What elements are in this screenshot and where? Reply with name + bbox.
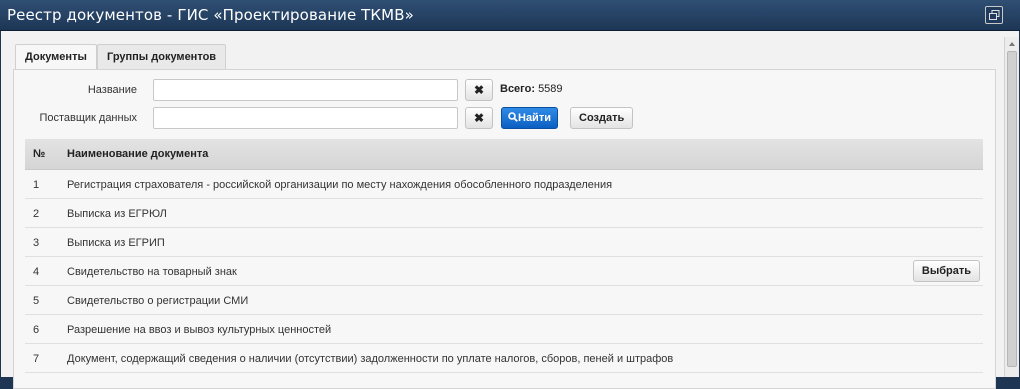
tab-documents[interactable]: Документы xyxy=(15,44,97,71)
row-number: 4 xyxy=(33,266,40,278)
select-button[interactable]: Выбрать xyxy=(912,260,980,282)
row-number: 7 xyxy=(33,353,40,365)
column-number: № xyxy=(33,148,46,160)
restore-window-button[interactable] xyxy=(985,6,1003,24)
table-row[interactable]: 6 Разрешение на ввоз и вывоз культурных … xyxy=(25,315,983,344)
clear-name-button[interactable]: ✖ xyxy=(465,79,493,101)
table-header: № Наименование документа xyxy=(25,139,983,170)
total-value: 5589 xyxy=(538,83,563,95)
table-row[interactable]: 4 Свидетельство на товарный знак Выбрать xyxy=(25,257,983,286)
row-number: 6 xyxy=(33,324,40,336)
window-title: Реестр документов - ГИС «Проектирование … xyxy=(7,6,414,24)
column-document-name: Наименование документа xyxy=(67,148,209,160)
row-document-name: Выписка из ЕГРИП xyxy=(67,237,165,249)
row-document-name: Свидетельство на товарный знак xyxy=(67,266,237,278)
window-titlebar: Реестр документов - ГИС «Проектирование … xyxy=(0,0,1020,31)
create-button[interactable]: Создать xyxy=(570,107,634,129)
documents-table: № Наименование документа 1 Регистрация с… xyxy=(25,139,983,373)
table-row[interactable]: 7 Документ, содержащий сведения о наличи… xyxy=(25,344,983,373)
provider-input[interactable] xyxy=(153,107,458,129)
scrollbar-thumb[interactable] xyxy=(1007,51,1017,367)
row-number: 1 xyxy=(33,179,40,191)
row-document-name: Выписка из ЕГРЮЛ xyxy=(67,208,167,220)
total-count: Всего: 5589 xyxy=(500,83,563,95)
search-icon xyxy=(508,112,518,122)
row-document-name: Разрешение на ввоз и вывоз культурных це… xyxy=(67,324,332,336)
name-input[interactable] xyxy=(153,79,458,101)
row-document-name: Свидетельство о регистрации СМИ xyxy=(67,295,249,307)
table-row[interactable]: 5 Свидетельство о регистрации СМИ xyxy=(25,286,983,315)
clear-provider-button[interactable]: ✖ xyxy=(465,107,493,129)
name-label: Название xyxy=(87,84,137,96)
row-number: 3 xyxy=(33,237,40,249)
row-number: 2 xyxy=(33,208,40,220)
table-row[interactable]: 3 Выписка из ЕГРИП xyxy=(25,228,983,257)
table-row[interactable]: 2 Выписка из ЕГРЮЛ xyxy=(25,199,983,228)
find-label: Найти xyxy=(518,112,551,124)
total-label: Всего: xyxy=(500,83,535,95)
vertical-scrollbar[interactable] xyxy=(1004,37,1019,377)
chevron-up-icon xyxy=(1009,42,1015,46)
window-body: Документы Группы документов Название ✖ В… xyxy=(1,31,1019,389)
row-document-name: Документ, содержащий сведения о наличии … xyxy=(67,353,674,365)
find-button[interactable]: Найти xyxy=(501,107,558,129)
restore-window-icon xyxy=(989,10,1000,20)
row-number: 5 xyxy=(33,295,40,307)
tab-document-groups[interactable]: Группы документов xyxy=(97,44,227,69)
scroll-up-button[interactable] xyxy=(1005,37,1019,51)
table-row[interactable]: 1 Регистрация страхователя - российской … xyxy=(25,170,983,199)
row-document-name: Регистрация страхователя - российской ор… xyxy=(67,179,613,191)
provider-label: Поставщик данных xyxy=(39,112,137,124)
